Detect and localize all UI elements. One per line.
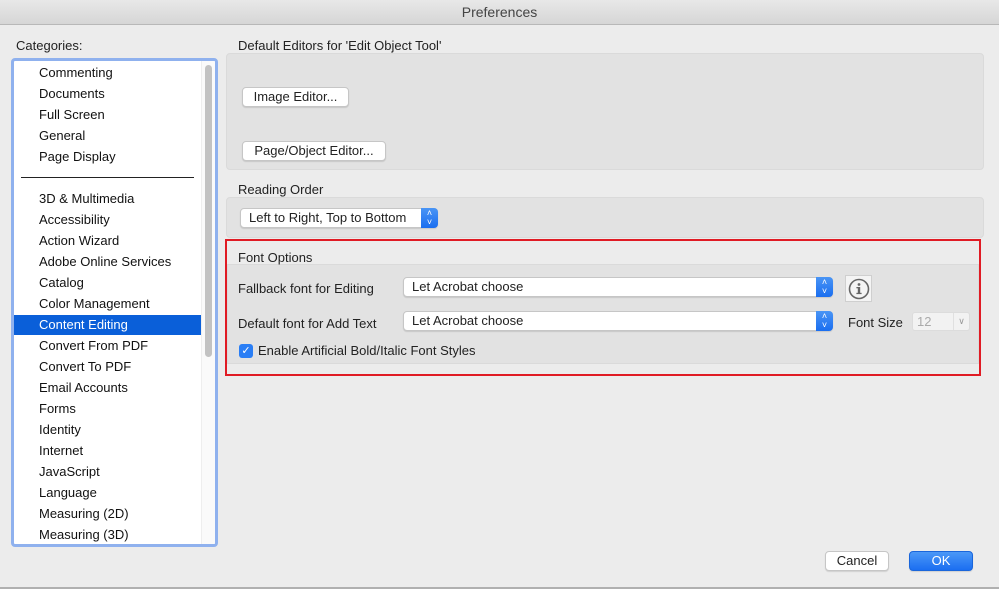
category-item[interactable]: Measuring (2D) — [14, 504, 201, 524]
category-item[interactable]: Commenting — [14, 63, 201, 83]
categories-list[interactable]: Commenting Documents Full Screen General… — [11, 58, 218, 547]
category-item[interactable]: Adobe Online Services — [14, 252, 201, 272]
category-item[interactable]: Full Screen — [14, 105, 201, 125]
categories-label: Categories: — [16, 38, 83, 53]
category-item[interactable]: Measuring (3D) — [14, 525, 201, 544]
category-item[interactable]: General — [14, 126, 201, 146]
scrollbar-thumb[interactable] — [205, 65, 212, 357]
category-item-selected[interactable]: Content Editing — [14, 315, 201, 335]
category-item[interactable]: Forms — [14, 399, 201, 419]
category-item[interactable]: Internet — [14, 441, 201, 461]
categories-scrollbar[interactable] — [201, 61, 215, 544]
cancel-button[interactable]: Cancel — [825, 551, 889, 571]
category-item[interactable]: 3D & Multimedia — [14, 189, 201, 209]
page-object-editor-button[interactable]: Page/Object Editor... — [242, 141, 386, 161]
window-title: Preferences — [461, 4, 538, 20]
ok-button[interactable]: OK — [909, 551, 973, 571]
category-item[interactable]: Accessibility — [14, 210, 201, 230]
image-editor-button[interactable]: Image Editor... — [242, 87, 349, 107]
category-item[interactable]: Page Display — [14, 147, 201, 167]
category-item[interactable]: Language — [14, 483, 201, 503]
reading-order-select[interactable]: Left to Right, Top to Bottom ˄ ˅ — [240, 208, 438, 228]
category-item[interactable]: JavaScript — [14, 462, 201, 482]
reading-order-value: Left to Right, Top to Bottom — [249, 210, 407, 225]
category-item[interactable]: Convert To PDF — [14, 357, 201, 377]
category-item[interactable]: Convert From PDF — [14, 336, 201, 356]
updown-chevron-icon: ˄ ˅ — [421, 208, 438, 228]
category-item[interactable]: Color Management — [14, 294, 201, 314]
highlight-annotation-box — [225, 239, 981, 376]
title-bar: Preferences — [0, 0, 999, 25]
category-item[interactable]: Email Accounts — [14, 378, 201, 398]
category-item[interactable]: Action Wizard — [14, 231, 201, 251]
reading-order-label: Reading Order — [238, 182, 324, 197]
category-item[interactable]: Identity — [14, 420, 201, 440]
category-item[interactable]: Catalog — [14, 273, 201, 293]
editors-section-label: Default Editors for 'Edit Object Tool' — [238, 38, 442, 53]
category-separator — [21, 177, 194, 178]
category-item[interactable]: Documents — [14, 84, 201, 104]
